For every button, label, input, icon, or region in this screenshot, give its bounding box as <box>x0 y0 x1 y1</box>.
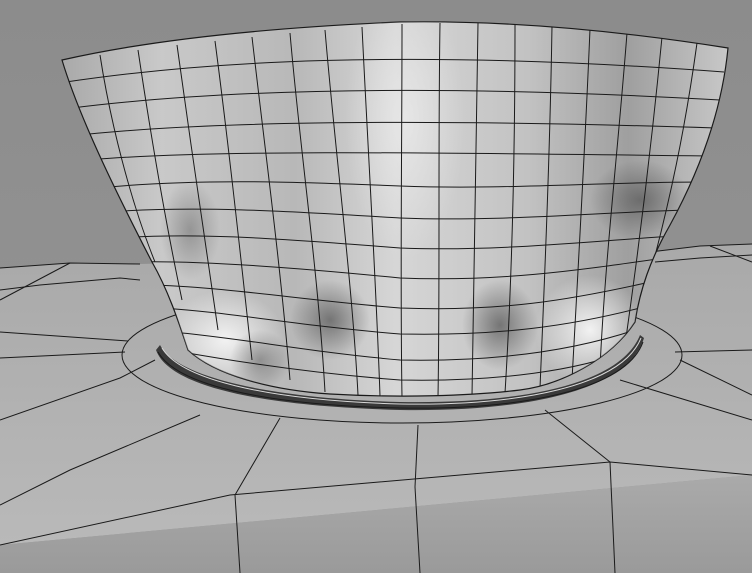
render-viewport <box>0 0 752 573</box>
